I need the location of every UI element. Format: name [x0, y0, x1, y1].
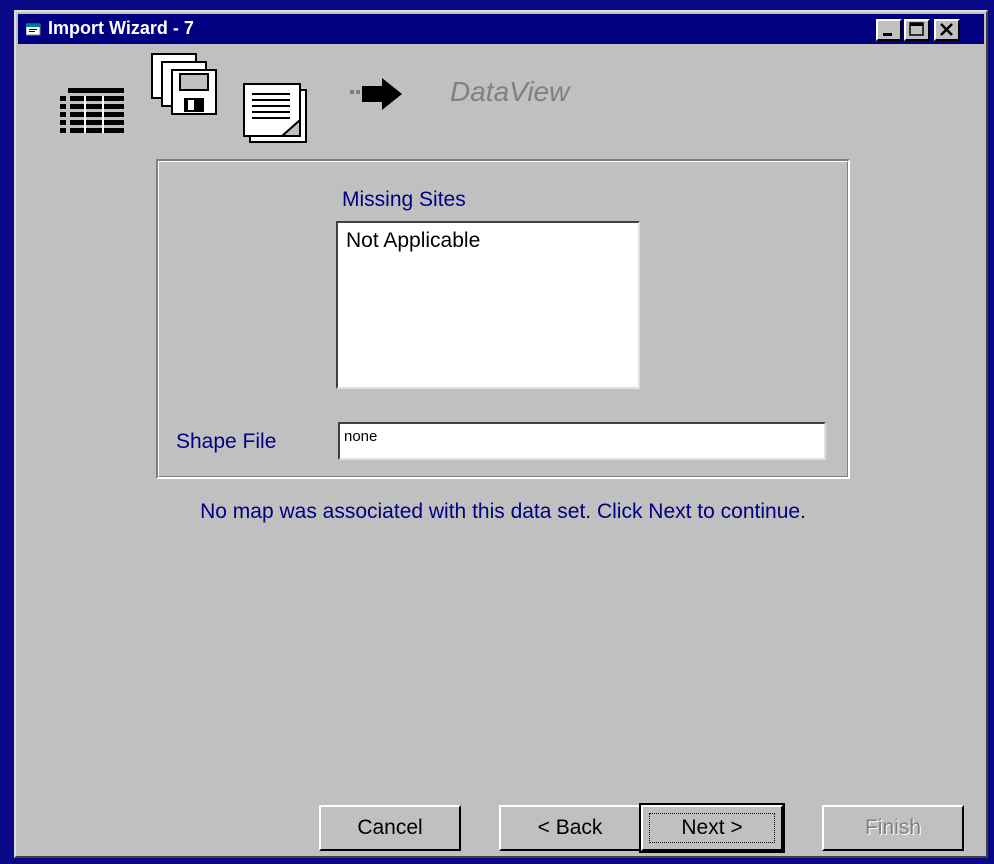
maximize-icon: [909, 22, 924, 36]
finish-button[interactable]: Finish: [822, 805, 964, 851]
shape-file-label: Shape File: [176, 430, 277, 453]
product-logo-text: DataView: [450, 76, 570, 107]
minimize-icon: [883, 33, 892, 36]
app-icon: [26, 23, 41, 36]
back-button[interactable]: < Back: [499, 805, 641, 851]
list-item[interactable]: Not Applicable: [346, 229, 480, 253]
import-wizard-window: Import Wizard - 7 DataView Missing Sites…: [14, 10, 988, 858]
cancel-button[interactable]: Cancel: [319, 805, 461, 851]
missing-sites-listbox[interactable]: Not Applicable: [336, 221, 640, 389]
close-button[interactable]: [934, 19, 960, 41]
arrow-right-icon: [350, 78, 402, 110]
next-button[interactable]: Next >: [639, 803, 785, 853]
window-title: Import Wizard - 7: [48, 18, 194, 38]
title-bar[interactable]: Import Wizard - 7: [18, 14, 984, 44]
table-icon: [60, 88, 124, 133]
maximize-button[interactable]: [904, 19, 930, 41]
document-icon: [243, 83, 307, 143]
close-icon: [940, 23, 953, 36]
shape-file-input[interactable]: none: [338, 422, 826, 460]
info-message: No map was associated with this data set…: [200, 500, 806, 523]
minimize-button[interactable]: [876, 19, 902, 41]
floppy-disks-icon: [151, 53, 217, 115]
missing-sites-label: Missing Sites: [342, 188, 466, 211]
next-button-label: Next >: [681, 816, 743, 839]
